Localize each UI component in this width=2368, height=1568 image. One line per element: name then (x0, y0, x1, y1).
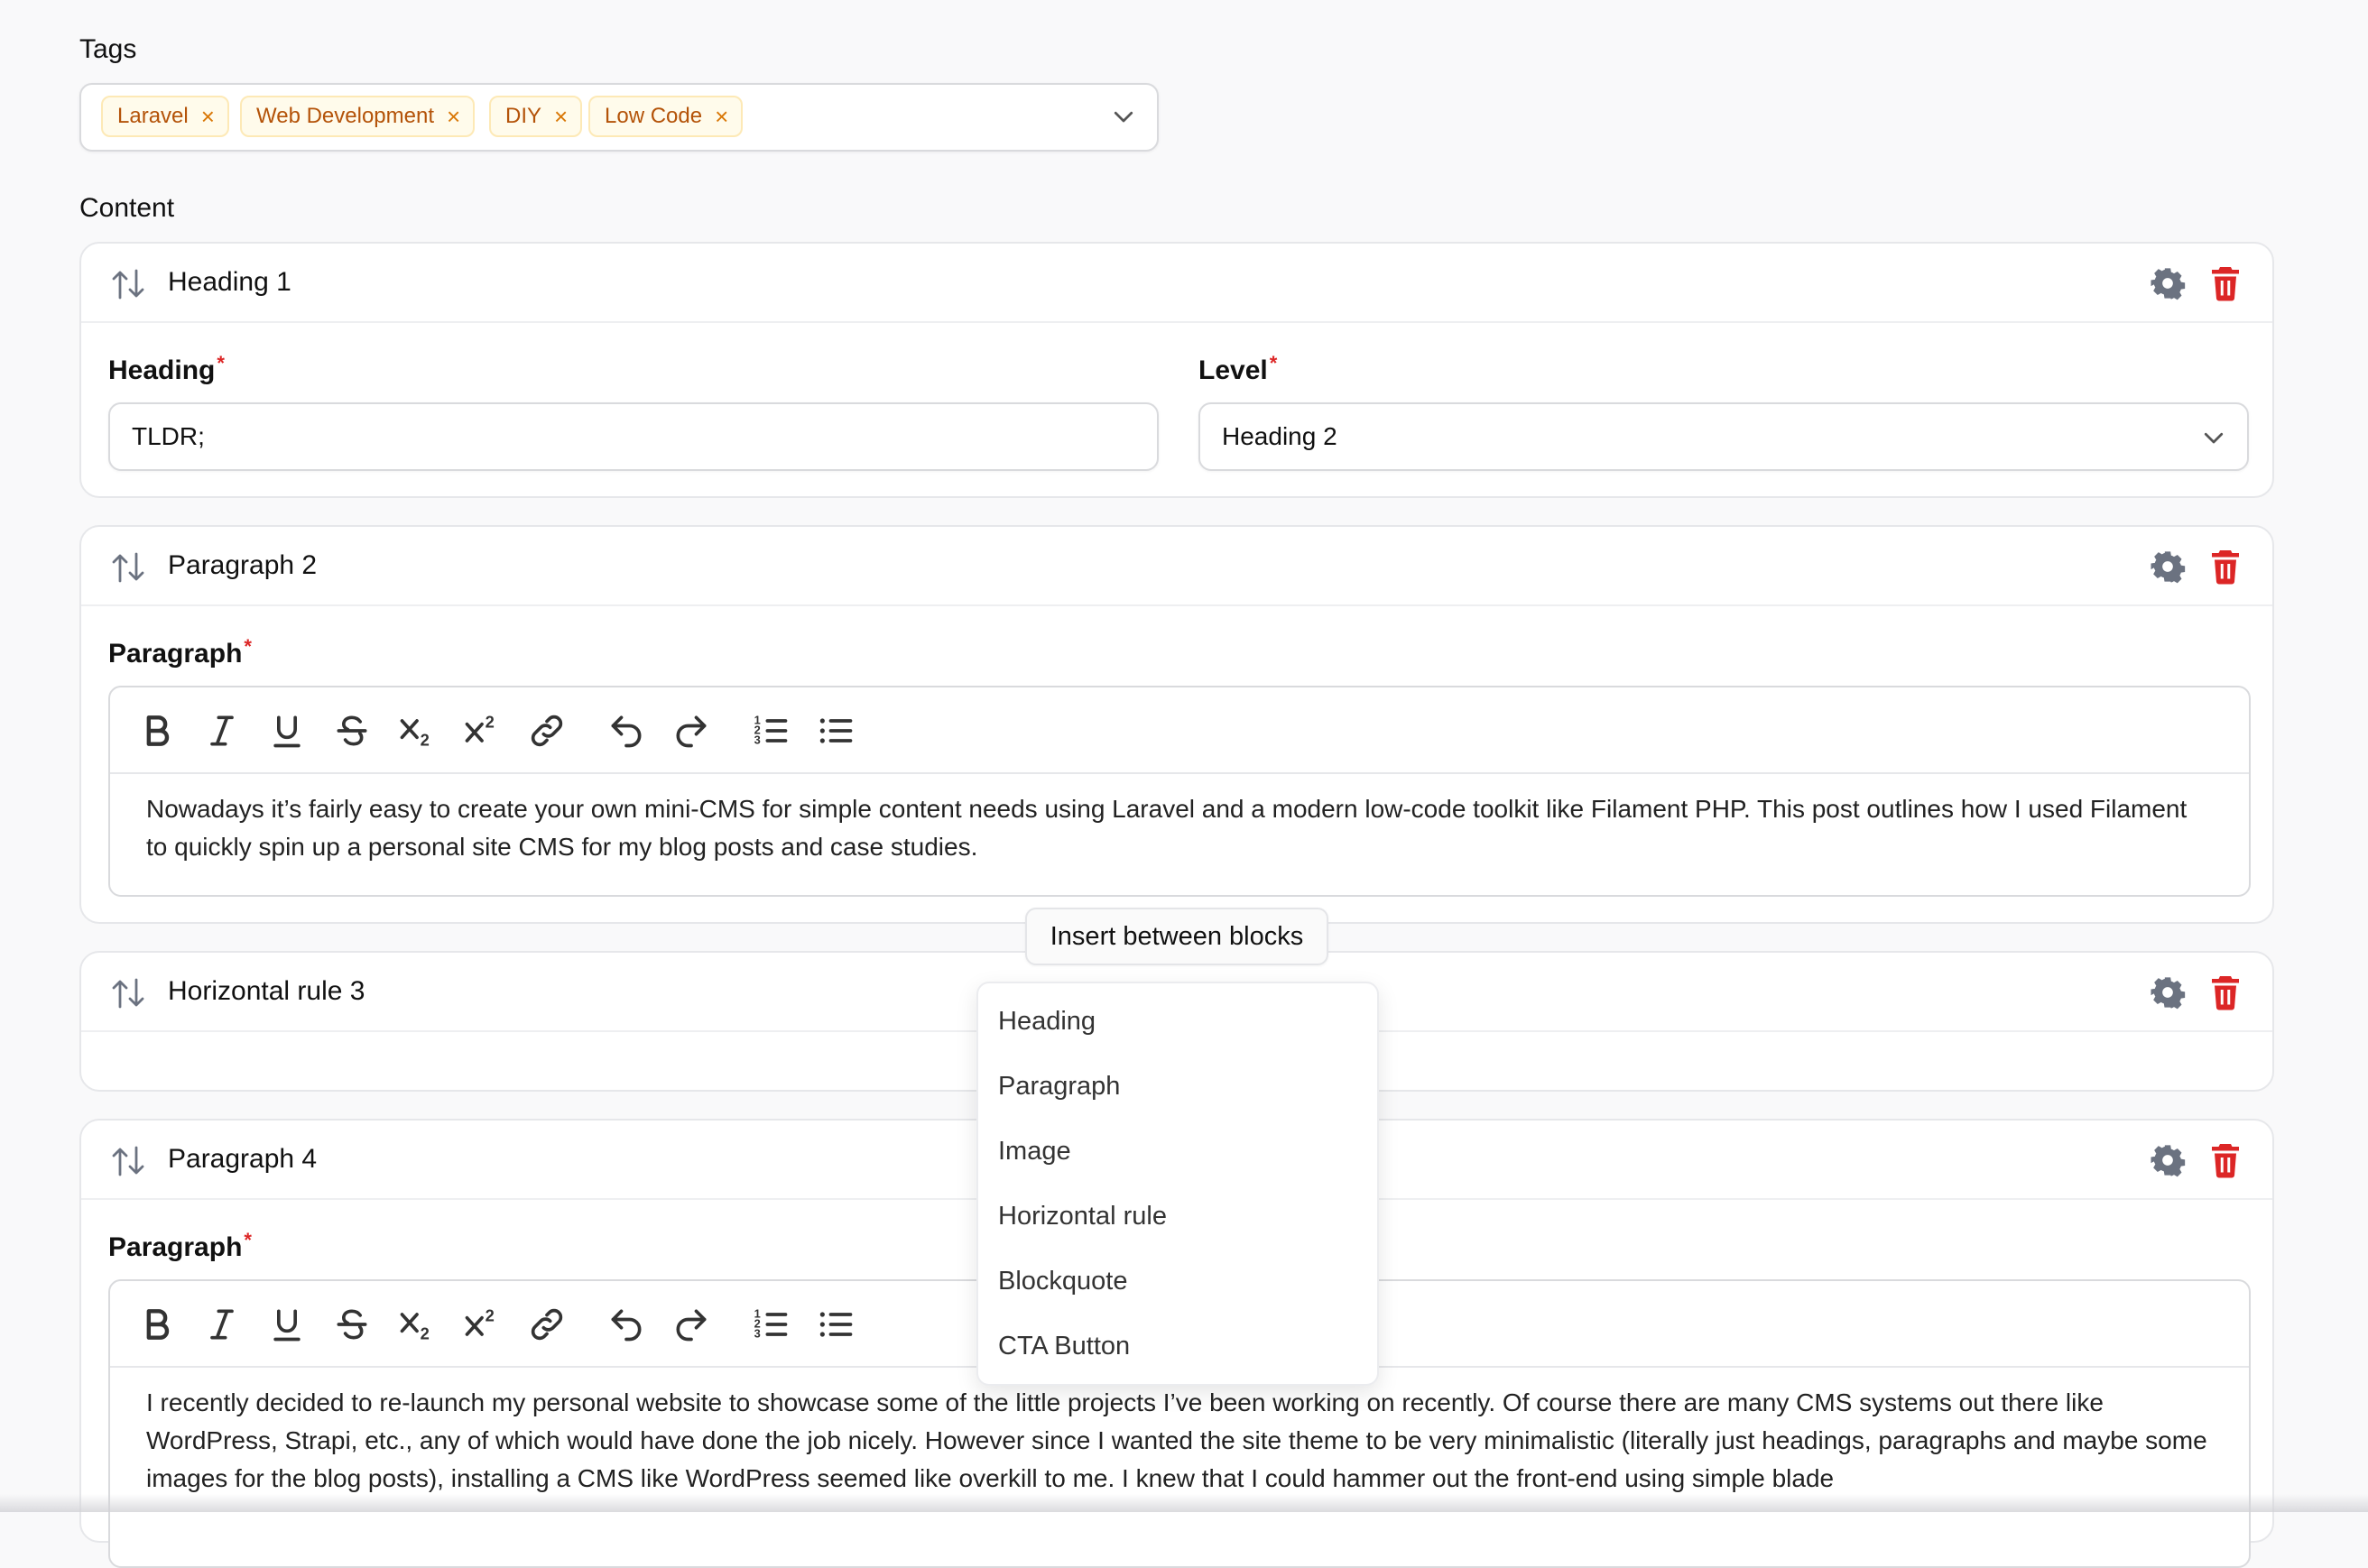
tag-label: Web Development (256, 104, 434, 128)
svg-text:2: 2 (486, 712, 495, 731)
italic-icon[interactable] (202, 711, 242, 751)
reorder-icon[interactable] (110, 976, 146, 1010)
ordered-list-icon[interactable]: 123 (751, 1305, 791, 1344)
level-field-label: Level* (1198, 352, 1278, 386)
ordered-list-icon[interactable]: 123 (751, 711, 791, 751)
bullet-list-icon[interactable] (816, 1305, 856, 1344)
tag-low-code: Low Code × (588, 96, 744, 137)
superscript-icon[interactable]: 2 (462, 711, 502, 751)
underline-icon[interactable] (267, 1305, 307, 1344)
required-mark: * (1269, 352, 1278, 374)
chevron-down-icon[interactable] (1110, 103, 1137, 130)
insert-between-blocks-button[interactable]: Insert between blocks (1025, 908, 1328, 965)
remove-tag-icon[interactable]: × (715, 105, 728, 128)
gear-icon[interactable] (2150, 974, 2186, 1010)
svg-text:3: 3 (754, 1327, 761, 1341)
paragraph-block: Paragraph 2 Paragraph* 2 2 123 Nowadays … (79, 525, 2274, 924)
required-mark: * (217, 352, 225, 374)
block-header: Heading 1 (81, 244, 2272, 323)
bold-icon[interactable] (137, 1305, 177, 1344)
remove-tag-icon[interactable]: × (554, 105, 568, 128)
svg-text:2: 2 (421, 1324, 430, 1343)
svg-text:2: 2 (486, 1305, 495, 1324)
menu-item-cta-button[interactable]: CTA Button (998, 1319, 1130, 1373)
reorder-icon[interactable] (110, 550, 146, 585)
heading-input-value: TLDR; (132, 422, 205, 450)
tag-web-development: Web Development × (240, 96, 476, 137)
undo-icon[interactable] (606, 711, 646, 751)
bold-icon[interactable] (137, 711, 177, 751)
block-title: Heading 1 (168, 267, 291, 297)
heading-block: Heading 1 Heading* TLDR; Level* Heading … (79, 242, 2274, 498)
tag-label: DIY (505, 104, 542, 128)
paragraph-label-text: Paragraph (108, 639, 243, 669)
redo-icon[interactable] (671, 1305, 711, 1344)
menu-item-image[interactable]: Image (998, 1124, 1071, 1178)
italic-icon[interactable] (202, 1305, 242, 1344)
chevron-down-icon (2204, 432, 2224, 444)
svg-text:3: 3 (754, 733, 761, 747)
subscript-icon[interactable]: 2 (397, 711, 437, 751)
tag-laravel: Laravel × (101, 96, 229, 137)
required-mark: * (244, 1229, 252, 1251)
paragraph-field-label: Paragraph* (108, 635, 252, 669)
heading-label-text: Heading (108, 355, 216, 385)
undo-icon[interactable] (606, 1305, 646, 1344)
redo-icon[interactable] (671, 711, 711, 751)
gear-icon[interactable] (2150, 1142, 2186, 1178)
required-mark: * (244, 635, 252, 658)
svg-text:2: 2 (421, 731, 430, 750)
scroll-edge-shadow (0, 1494, 2368, 1512)
link-icon[interactable] (527, 711, 567, 751)
level-label-text: Level (1198, 355, 1268, 385)
strikethrough-icon[interactable] (332, 1305, 372, 1344)
gear-icon[interactable] (2150, 265, 2186, 301)
trash-icon[interactable] (2209, 265, 2242, 301)
block-title: Paragraph 2 (168, 550, 318, 580)
block-title: Paragraph 4 (168, 1144, 318, 1174)
insert-block-menu: Heading Paragraph Image Horizontal rule … (976, 982, 1379, 1386)
underline-icon[interactable] (267, 711, 307, 751)
tags-label: Tags (79, 34, 137, 64)
block-header: Paragraph 2 (81, 527, 2272, 606)
level-select[interactable]: Heading 2 (1198, 402, 2249, 471)
bullet-list-icon[interactable] (816, 711, 856, 751)
remove-tag-icon[interactable]: × (447, 105, 460, 128)
subscript-icon[interactable]: 2 (397, 1305, 437, 1344)
tag-label: Laravel (117, 104, 189, 128)
tag-label: Low Code (605, 104, 703, 128)
reorder-icon[interactable] (110, 267, 146, 301)
tag-diy: DIY × (489, 96, 583, 137)
menu-item-paragraph[interactable]: Paragraph (998, 1059, 1120, 1113)
menu-item-horizontal-rule[interactable]: Horizontal rule (998, 1189, 1167, 1243)
trash-icon[interactable] (2209, 974, 2242, 1010)
link-icon[interactable] (527, 1305, 567, 1344)
menu-item-blockquote[interactable]: Blockquote (998, 1254, 1128, 1308)
trash-icon[interactable] (2209, 1142, 2242, 1178)
remove-tag-icon[interactable]: × (201, 105, 215, 128)
editor-content[interactable]: I recently decided to re-launch my perso… (146, 1384, 2213, 1498)
heading-input[interactable]: TLDR; (108, 402, 1159, 471)
trash-icon[interactable] (2209, 549, 2242, 585)
level-select-value: Heading 2 (1222, 422, 1337, 450)
strikethrough-icon[interactable] (332, 711, 372, 751)
menu-item-heading[interactable]: Heading (998, 994, 1096, 1048)
superscript-icon[interactable]: 2 (462, 1305, 502, 1344)
tags-select[interactable]: Laravel × Web Development × DIY × Low Co… (79, 83, 1159, 152)
gear-icon[interactable] (2150, 549, 2186, 585)
editor-content[interactable]: Nowadays it’s fairly easy to create your… (146, 790, 2213, 866)
block-title: Horizontal rule 3 (168, 976, 365, 1006)
reorder-icon[interactable] (110, 1144, 146, 1178)
editor-toolbar: 2 2 123 (110, 687, 2249, 774)
heading-field-label: Heading* (108, 352, 225, 386)
paragraph-label-text: Paragraph (108, 1232, 243, 1262)
content-label: Content (79, 193, 175, 223)
rich-text-editor[interactable]: 2 2 123 Nowadays it’s fairly easy to cre… (108, 686, 2251, 897)
paragraph-field-label: Paragraph* (108, 1229, 252, 1263)
